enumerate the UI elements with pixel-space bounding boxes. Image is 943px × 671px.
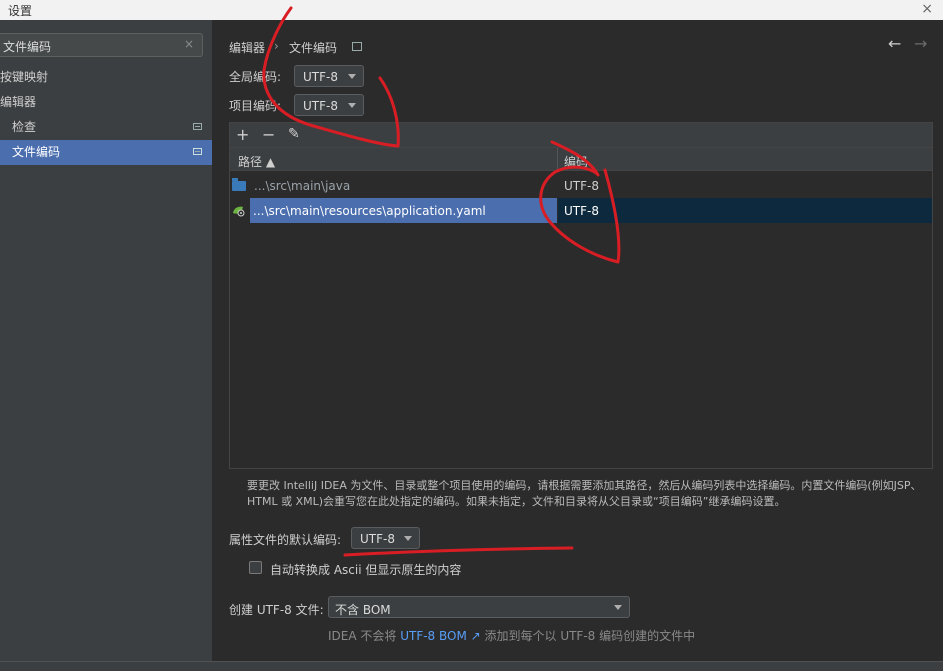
search-value: 文件编码 [3, 40, 52, 54]
row-path: ...\src\main\resources\application.yaml [253, 204, 486, 218]
properties-encoding-label: 属性文件的默认编码: [229, 533, 342, 547]
bom-value: 不含 BOM [335, 603, 391, 617]
chevron-down-icon [614, 605, 622, 610]
project-encoding-select[interactable]: UTF-8 [294, 94, 364, 116]
add-icon[interactable]: + [236, 125, 249, 144]
project-encoding-label: 项目编码: [229, 99, 282, 113]
global-encoding-label: 全局编码: [229, 70, 282, 84]
global-encoding-value: UTF-8 [303, 70, 338, 84]
project-scope-icon [352, 42, 362, 51]
sidebar-item-label: 文件编码 [12, 145, 61, 159]
sidebar-item-label: 编辑器 [0, 95, 37, 109]
table-row[interactable]: ...\src\main\java UTF-8 [230, 173, 932, 198]
table-header: 路径 ▲ 编码 [230, 147, 932, 171]
page-title: 文件编码 [289, 41, 338, 55]
window-title-bar: 设置 × [0, 0, 943, 20]
sidebar-item-label: 检查 [12, 120, 37, 134]
bom-hint-suffix: 添加到每个以 UTF-8 编码创建的文件中 [480, 629, 696, 643]
path-encoding-table: + − ✎ 路径 ▲ 编码 ...\src\main\java UTF-8 ..… [229, 122, 933, 469]
selected-encoding-cell [558, 198, 932, 223]
settings-search-input[interactable]: 文件编码 × [0, 33, 203, 57]
row-encoding[interactable]: UTF-8 [564, 204, 599, 218]
sidebar-item-inspections[interactable]: 检查 [0, 115, 212, 140]
column-divider [557, 148, 558, 170]
utf8-bom-link[interactable]: UTF-8 BOM ↗ [400, 629, 480, 643]
row-encoding[interactable]: UTF-8 [564, 179, 599, 193]
ascii-checkbox-label[interactable]: 自动转换成 Ascii 但显示原生的内容 [270, 561, 461, 578]
row-path: ...\src\main\java [254, 179, 351, 193]
properties-encoding-select[interactable]: UTF-8 [351, 527, 420, 549]
dialog-footer [0, 661, 943, 671]
close-icon[interactable]: × [921, 1, 933, 17]
back-arrow-icon[interactable]: ← [888, 34, 901, 53]
breadcrumb-separator: › [274, 39, 279, 53]
edit-icon[interactable]: ✎ [288, 126, 300, 142]
project-scope-icon [193, 148, 202, 155]
clear-search-icon[interactable]: × [184, 37, 194, 51]
folder-icon [232, 178, 246, 191]
breadcrumb-editor[interactable]: 编辑器 [229, 39, 265, 56]
properties-encoding-value: UTF-8 [360, 532, 395, 546]
spring-config-file-icon [233, 206, 245, 217]
column-header-encoding[interactable]: 编码 [564, 153, 588, 170]
column-header-path[interactable]: 路径 ▲ [238, 153, 275, 170]
global-encoding-select[interactable]: UTF-8 [294, 65, 364, 87]
window-title: 设置 [8, 4, 33, 18]
project-scope-icon [193, 123, 202, 130]
sidebar-item-label: 按键映射 [0, 70, 49, 84]
table-row-selected[interactable]: ...\src\main\resources\application.yaml … [230, 198, 932, 223]
table-toolbar: + − ✎ [230, 123, 932, 147]
bom-hint-prefix: IDEA 不会将 [328, 629, 401, 643]
help-text: 要更改 IntelliJ IDEA 为文件、目录或整个项目使用的编码，请根据需要… [247, 479, 922, 508]
bom-hint: IDEA 不会将 UTF-8 BOM ↗ 添加到每个以 UTF-8 编码创建的文… [328, 627, 695, 644]
sidebar-item-file-encodings[interactable]: 文件编码 [0, 140, 212, 165]
chevron-down-icon [404, 536, 412, 541]
chevron-down-icon [348, 103, 356, 108]
sidebar-item-editor[interactable]: 编辑器 [0, 90, 212, 115]
forward-arrow-icon[interactable]: → [914, 34, 927, 53]
file-encodings-panel: 编辑器 › 文件编码 ← → 全局编码: UTF-8 项目编码: UTF-8 +… [212, 20, 943, 661]
bom-label: 创建 UTF-8 文件: [229, 603, 324, 617]
remove-icon[interactable]: − [262, 125, 275, 144]
settings-sidebar: 文件编码 × 按键映射 编辑器 检查 文件编码 [0, 20, 212, 661]
project-encoding-value: UTF-8 [303, 99, 338, 113]
chevron-down-icon [348, 74, 356, 79]
sidebar-item-keymap[interactable]: 按键映射 [0, 65, 212, 90]
ascii-checkbox[interactable] [249, 561, 262, 574]
bom-select[interactable]: 不含 BOM [328, 596, 630, 618]
